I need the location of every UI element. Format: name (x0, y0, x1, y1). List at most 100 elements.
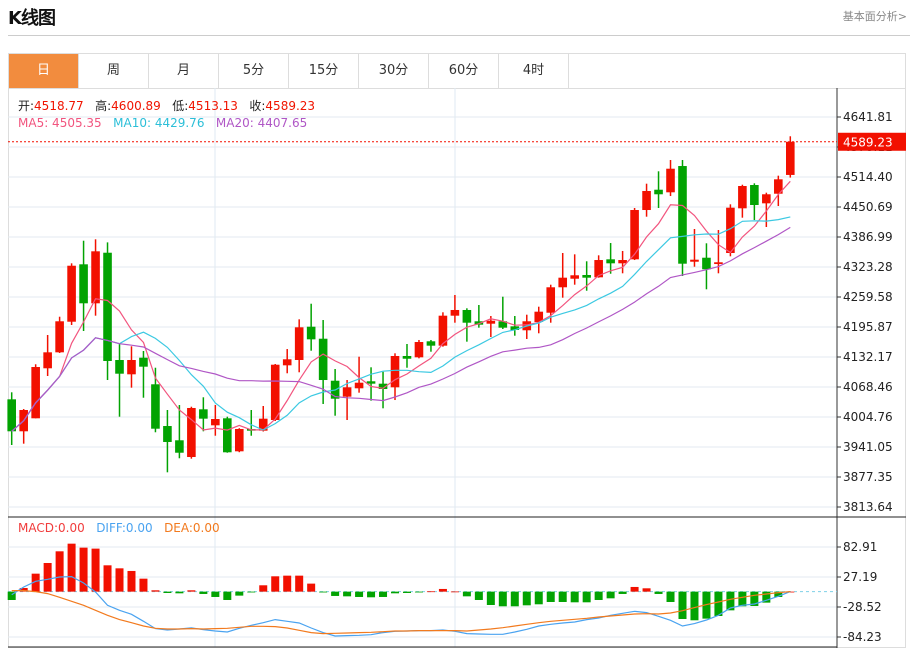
macd-bar (127, 570, 136, 592)
candle-up (270, 364, 280, 420)
macd-bar (510, 591, 519, 607)
macd-legend: MACD:0.00 DIFF:0.00 DEA:0.00 (18, 521, 220, 535)
candle-up (558, 277, 568, 288)
close-value: 4589.23 (265, 99, 316, 113)
ma5-legend: MA5: 4505.35 (18, 116, 102, 130)
macd-bar (714, 591, 723, 616)
macd-bar (223, 591, 232, 600)
macd-bar (295, 575, 304, 592)
candle-down (426, 341, 436, 346)
macd-bar (187, 590, 196, 592)
macd-bar (67, 543, 76, 592)
macd-bar (331, 591, 340, 596)
candle-down (79, 264, 88, 304)
open-value: 4518.77 (34, 99, 84, 113)
open-label: 开: (18, 99, 35, 113)
candle-up (55, 321, 64, 353)
macd-bar (163, 591, 172, 593)
candle-down (606, 259, 615, 264)
candle-down (366, 381, 376, 384)
macd-bar (115, 568, 124, 592)
candle-down (223, 418, 232, 453)
y-tick-label: 4514.40 (843, 170, 893, 184)
macd-bar (654, 591, 663, 594)
candle-up (786, 141, 795, 175)
candle-up (714, 262, 723, 265)
candle-up (342, 387, 352, 397)
macd-bar (402, 591, 411, 593)
macd-bar (283, 575, 292, 592)
macd-y-tick-label: -28.52 (843, 600, 882, 614)
candle-down (678, 166, 687, 264)
macd-bar (582, 591, 591, 603)
low-label: 低: (172, 99, 189, 113)
candle-up (354, 382, 364, 389)
candle-up (570, 275, 579, 279)
y-tick-label: 3941.05 (843, 440, 893, 454)
ma20-line (11, 226, 791, 432)
candle-up (127, 359, 136, 375)
macd-bar (618, 591, 627, 594)
ohlc-legend: 开:4518.77 高:4600.89 低:4513.13 收:4589.23 (18, 97, 315, 114)
y-tick-label: 4259.58 (843, 290, 893, 304)
y-tick-label: 4450.69 (843, 200, 893, 214)
macd-bar (738, 591, 747, 607)
current-price-marker: 4589.23 (8, 132, 906, 151)
macd-bar (343, 591, 352, 597)
candle-up (187, 407, 196, 458)
macd-bar (438, 588, 447, 592)
candle-up (450, 309, 460, 316)
candle-up (666, 168, 675, 193)
macd-bar (486, 591, 495, 605)
candle-down (175, 440, 184, 453)
candle-up (738, 185, 747, 209)
macd-bar (391, 591, 400, 594)
macd-bar (630, 586, 639, 592)
macd-bar (462, 591, 471, 597)
candle-up (294, 327, 304, 360)
candle-up (67, 265, 76, 322)
ma20-legend: MA20: 4407.65 (215, 116, 308, 130)
y-tick-label: 4195.87 (843, 320, 893, 334)
dea-legend-value: DEA:0.00 (164, 521, 220, 535)
macd-bar (522, 591, 531, 606)
high-value: 4600.89 (111, 99, 161, 113)
candle-down (103, 252, 112, 361)
candle-up (43, 352, 52, 369)
macd-bar (199, 591, 208, 594)
macd-y-tick-label: -84.23 (843, 630, 882, 644)
candle-down (163, 426, 172, 442)
macd-legend-value: MACD:0.00 (18, 521, 85, 535)
macd-panel (7, 543, 837, 637)
macd-bar (570, 591, 579, 603)
macd-bar (690, 591, 699, 621)
ma5-line (11, 180, 791, 432)
macd-bar (319, 591, 328, 593)
candle-up (618, 260, 627, 264)
y-tick-label: 3877.35 (843, 470, 893, 484)
candle-up (31, 367, 40, 419)
macd-bar (43, 562, 52, 592)
y-tick-label: 3813.64 (843, 500, 893, 514)
candle-down (750, 185, 759, 206)
close-label: 收: (249, 99, 266, 113)
candles (7, 136, 795, 473)
macd-bar (642, 588, 651, 592)
candle-down (151, 384, 160, 429)
macd-bar (139, 578, 148, 592)
candle-down (402, 355, 412, 359)
candle-down (199, 409, 208, 419)
candle-up (546, 287, 556, 313)
macd-bar (247, 591, 256, 593)
candle-up (234, 428, 244, 452)
candle-up (414, 342, 424, 358)
macd-bar (426, 591, 435, 593)
candle-up (690, 259, 699, 262)
moving-averages (11, 180, 791, 432)
ma10-legend: MA10: 4429.76 (113, 116, 205, 130)
macd-bar (271, 576, 280, 592)
macd-bar (211, 591, 220, 597)
y-tick-label: 4386.99 (843, 230, 893, 244)
candle-up (762, 194, 771, 204)
y-tick-label: 4068.46 (843, 380, 893, 394)
